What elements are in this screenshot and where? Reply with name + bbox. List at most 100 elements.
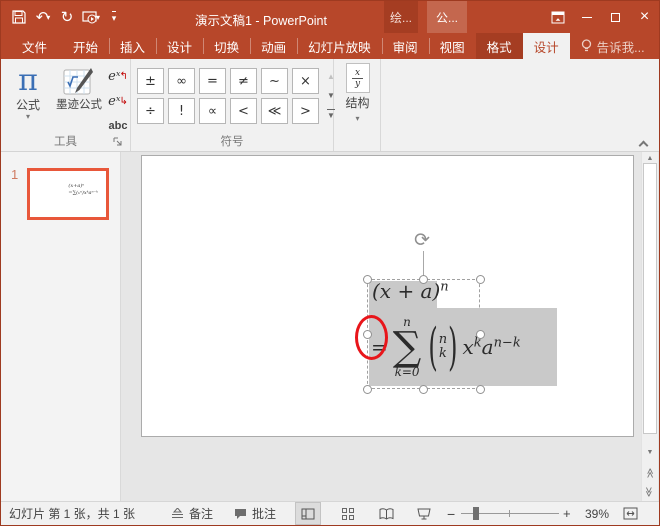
structures-label: 结构 [345,96,369,111]
main-content: 1 (x+a)ⁿ =∑(ₖⁿ)xᵏaⁿ⁻ᵏ (x + a)n = n ∑ k=0 [1,152,659,501]
zoom-out-button[interactable]: − [447,502,455,525]
normal-view-button[interactable] [295,502,321,525]
resize-handle-bottom-left[interactable] [363,385,372,394]
reading-view-icon [379,508,394,520]
equation-caret-icon: ▾ [26,113,30,121]
context-header-drawing-tools[interactable]: 绘... [384,1,418,33]
symbol-equals[interactable]: = [199,68,226,94]
notes-button[interactable]: 备注 [171,502,213,525]
slideshow-view-button[interactable] [411,502,437,525]
slide-number: 1 [11,167,18,182]
save-button[interactable] [8,4,30,30]
window-title: 演示文稿1 - PowerPoint [151,10,371,29]
maximize-icon [611,13,620,22]
context-header-equation-tools[interactable]: 公... [427,1,467,33]
quick-access-toolbar: ↶▾ ↻ ▾ ▾ [1,4,126,30]
resize-handle-middle-right[interactable] [476,330,485,339]
tab-insert[interactable]: 插入 [109,33,156,59]
double-chevron-up-icon: ≪ [645,467,656,476]
symbol-much-less[interactable]: ≪ [261,98,288,124]
tab-design[interactable]: 设计 [156,33,203,59]
ribbon-display-options-icon [551,11,565,24]
thumbnail-equation: (x+a)ⁿ =∑(ₖⁿ)xᵏaⁿ⁻ᵏ [68,183,98,197]
red-annotation-circle [355,315,388,360]
lightbulb-icon [581,39,592,53]
start-slideshow-button[interactable]: ▾ [80,4,102,30]
equation-button[interactable]: π 公式 ▾ [7,64,49,138]
fraction-icon: x y [346,63,370,93]
symbol-multiply[interactable]: × [292,68,319,94]
symbol-not-equal[interactable]: ≠ [230,68,257,94]
equation-button-label: 公式 [16,98,40,113]
symbol-divide[interactable]: ÷ [137,98,164,124]
tab-slideshow[interactable]: 幻灯片放映 [297,33,382,59]
redo-button[interactable]: ↻ [56,4,78,30]
scrollbar-thumb[interactable] [643,163,657,434]
previous-slide-button[interactable]: ≪ [642,466,658,478]
save-icon [12,10,26,24]
tab-file[interactable]: 文件 [7,33,62,59]
symbols-group-label: 符号 [131,133,333,149]
equation-line2[interactable]: = n ∑ k=0 ( nk ) xkan−k [371,308,521,386]
slideshow-caret-icon: ▾ [96,13,100,22]
tell-me-label: 告诉我... [597,37,645,56]
symbol-infinity[interactable]: ∞ [168,68,195,94]
tab-equation-design-active[interactable]: 设计 [523,33,570,59]
minimize-icon [582,17,592,18]
zoom-level[interactable]: 39% [585,502,609,525]
tab-review[interactable]: 审阅 [382,33,429,59]
professional-format-button[interactable]: eˣ↰ [107,65,129,87]
symbol-factorial[interactable]: ! [168,98,195,124]
symbol-tilde[interactable]: ~ [261,68,288,94]
resize-handle-top-right[interactable] [476,275,485,284]
close-button[interactable]: × [630,1,659,33]
ink-equation-icon [63,66,95,98]
fit-to-window-button[interactable] [623,502,638,525]
structures-caret-icon: ▾ [355,115,359,123]
title-bar: ↶▾ ↻ ▾ ▾ 演示文稿1 - PowerPoint 绘... 公... × [1,1,659,33]
symbol-plus-minus[interactable]: ± [137,68,164,94]
customize-qat-button[interactable]: ▾ [104,4,126,30]
tell-me-box[interactable]: 告诉我... [570,33,656,59]
collapse-ribbon-button[interactable] [640,140,650,146]
comments-label: 批注 [252,505,276,522]
ribbon-display-options-button[interactable] [543,1,572,33]
maximize-button[interactable] [601,1,630,33]
comments-button[interactable]: 批注 [234,502,276,525]
symbol-proportional[interactable]: ∝ [199,98,226,124]
slide-thumbnail[interactable]: (x+a)ⁿ =∑(ₖⁿ)xᵏaⁿ⁻ᵏ [27,168,109,220]
symbol-less-than[interactable]: < [230,98,257,124]
zoom-in-button[interactable]: + [563,502,571,525]
professional-arrow-icon: ↰ [119,71,127,82]
comment-icon [234,508,247,520]
tab-animations[interactable]: 动画 [250,33,297,59]
ribbon: π 公式 ▾ 墨迹公式 eˣ↰ eˣ↳ abc 工具 [1,59,659,152]
vertical-scrollbar[interactable]: ▲ ▼ ≪ ≪ [641,152,658,501]
tab-drawing-format[interactable]: 格式 [476,33,523,59]
resize-handle-top-left[interactable] [363,275,372,284]
resize-handle-bottom-center[interactable] [419,385,428,394]
tab-transitions[interactable]: 切换 [203,33,250,59]
equation-line1[interactable]: (x + a)n [372,279,449,303]
reading-view-button[interactable] [373,502,399,525]
normal-view-icon [301,508,315,520]
resize-handle-top-center[interactable] [419,275,428,284]
tab-view[interactable]: 视图 [429,33,476,59]
ribbon-tab-bar: 文件 开始 插入 设计 切换 动画 幻灯片放映 审阅 视图 格式 设计 告诉我.… [1,33,659,59]
symbol-greater-than[interactable]: > [292,98,319,124]
scroll-down-icon[interactable]: ▼ [642,446,658,458]
rotation-handle[interactable]: ⟳ [414,231,430,250]
minimize-button[interactable] [572,1,601,33]
tools-dialog-launcher[interactable] [113,137,123,147]
zoom-slider-thumb[interactable] [473,507,479,520]
structures-button[interactable]: x y 结构 ▾ [339,63,376,135]
resize-handle-bottom-right[interactable] [476,385,485,394]
tab-home[interactable]: 开始 [62,33,109,59]
undo-button[interactable]: ↶▾ [32,4,54,30]
slide-sorter-view-button[interactable] [335,502,361,525]
linear-arrow-icon: ↳ [119,96,127,107]
linear-format-button[interactable]: eˣ↳ [107,90,129,112]
sigma-icon: ∑ [393,328,422,366]
next-slide-button[interactable]: ≪ [642,486,658,498]
ink-equation-button[interactable]: 墨迹公式 [53,64,105,138]
